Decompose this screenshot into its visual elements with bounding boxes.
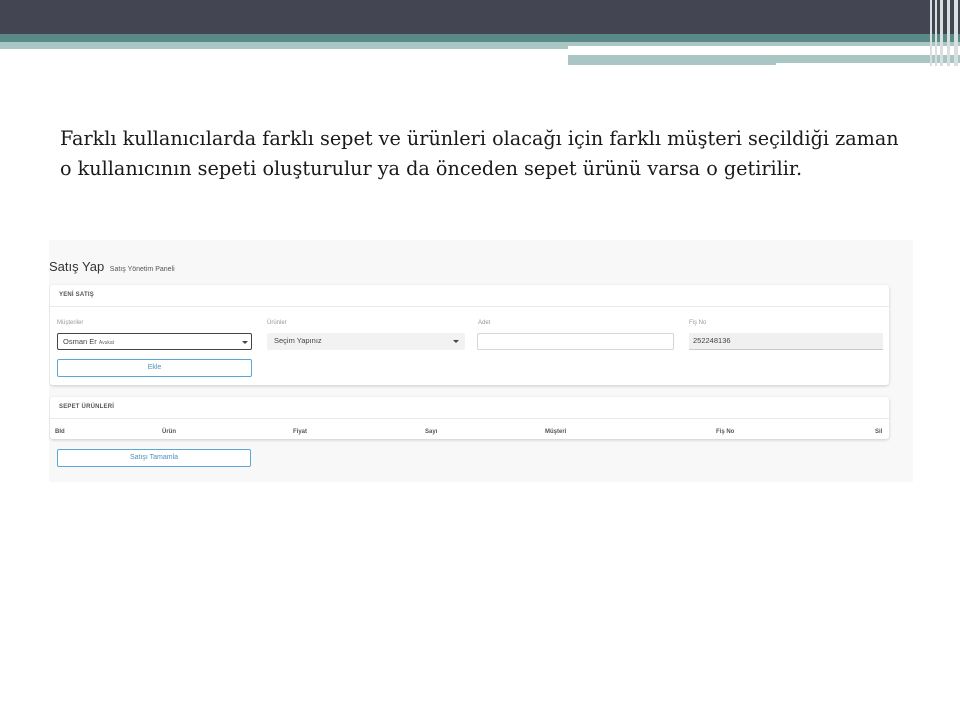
product-select-value: Seçim Yapınız xyxy=(274,336,322,345)
header-vertical-bars xyxy=(926,0,960,66)
quantity-label: Adet xyxy=(478,320,491,326)
customer-select[interactable]: Osman Er Avukat xyxy=(57,333,252,350)
product-select[interactable]: Seçim Yapınız xyxy=(267,333,465,350)
new-sale-card-title: YENİ SATIŞ xyxy=(59,292,94,298)
table-header-product: Ürün xyxy=(162,429,176,435)
table-header-bid: BId xyxy=(55,429,65,435)
receipt-number-field: 252248136 xyxy=(689,333,883,350)
complete-sale-button[interactable]: Satışı Tamamla xyxy=(57,449,251,467)
table-header-customer: Müşteri xyxy=(545,429,567,435)
chevron-down-icon xyxy=(453,340,459,343)
quantity-input[interactable] xyxy=(477,333,674,350)
new-sale-card: YENİ SATIŞ Müşteriler Osman Er Avukat Ür… xyxy=(50,285,889,385)
table-header-receipt: Fiş No xyxy=(716,429,735,435)
product-label: Ürünler xyxy=(267,320,287,326)
page-subtitle: Satış Yönetim Paneli xyxy=(109,266,175,273)
header-light-band-left xyxy=(0,42,568,49)
header-teal-band xyxy=(0,34,960,42)
add-button[interactable]: Ekle xyxy=(57,359,252,377)
header-dark-band xyxy=(0,0,960,34)
table-header-price: Fiyat xyxy=(293,429,308,435)
table-header-delete: Sil xyxy=(875,429,883,435)
customer-select-subtext: Avukat xyxy=(98,340,115,346)
receipt-label: Fiş No xyxy=(689,320,707,326)
cart-card-title: SEPET ÜRÜNLERİ xyxy=(59,404,115,410)
page-title: Satış Yap Satış Yönetim Paneli xyxy=(49,259,175,274)
customer-label: Müşteriler xyxy=(57,320,84,326)
new-sale-card-header: YENİ SATIŞ xyxy=(50,285,889,307)
sales-panel-screenshot: Satış Yap Satış Yönetim Paneli YENİ SATI… xyxy=(49,240,913,482)
cart-card-header: SEPET ÜRÜNLERİ xyxy=(50,397,889,419)
customer-select-value: Osman Er xyxy=(63,337,97,346)
header-divider-line xyxy=(568,52,890,54)
table-header-count: Sayı xyxy=(425,429,438,435)
chevron-down-icon xyxy=(242,341,248,344)
page-title-text: Satış Yap xyxy=(49,259,105,274)
header-light-band-right xyxy=(568,42,960,46)
slide-body-text: Farklı kullanıcılarda farklı sepet ve ür… xyxy=(60,127,899,180)
